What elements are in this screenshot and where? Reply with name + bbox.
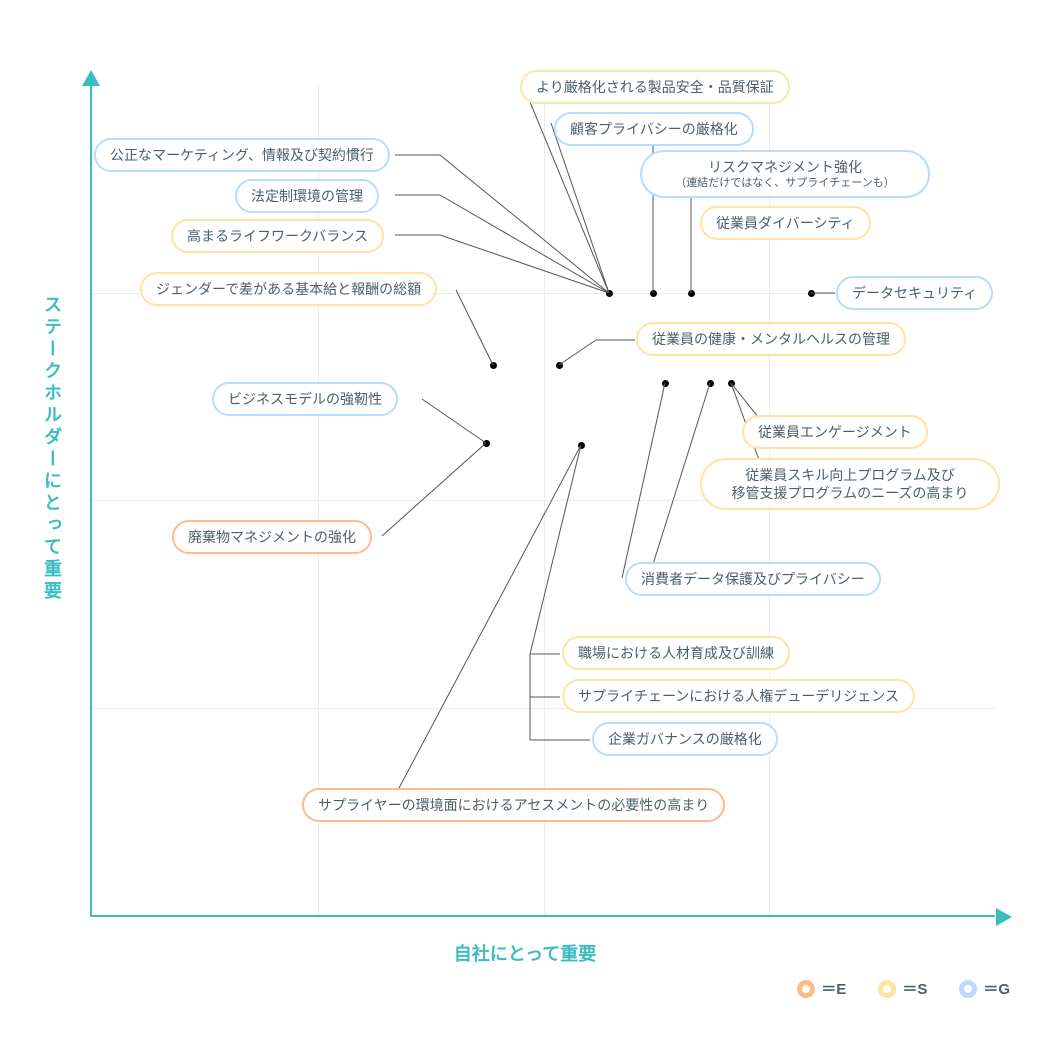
legend-item-s: ＝S — [878, 978, 927, 999]
data-point — [606, 290, 613, 297]
data-point — [556, 362, 563, 369]
pill-regulatory-env: 法定制環境の管理 — [235, 179, 379, 213]
pill-corp-governance: 企業ガバナンスの厳格化 — [592, 722, 778, 756]
pill-hr-due-diligence: サプライチェーンにおける人権デューデリジェンス — [562, 679, 915, 713]
pill-gender-pay: ジェンダーで差がある基本給と報酬の総額 — [140, 272, 437, 306]
x-axis-label: 自社にとって重要 — [0, 940, 1050, 966]
legend-ring-g-icon — [959, 980, 977, 998]
pill-product-safety: より厳格化される製品安全・品質保証 — [520, 70, 790, 104]
pill-business-model: ビジネスモデルの強靭性 — [212, 382, 398, 416]
legend-ring-e-icon — [797, 980, 815, 998]
pill-waste-mgmt: 廃棄物マネジメントの強化 — [172, 520, 372, 554]
pill-consumer-data: 消費者データ保護及びプライバシー — [625, 562, 881, 596]
pill-skill-program-l2: 移管支援プログラムのニーズの高まり — [732, 485, 969, 501]
materiality-matrix-card: ステークホルダーにとって重要 自社にとって重要 — [0, 0, 1050, 1058]
data-point — [662, 380, 669, 387]
legend-label-s: ＝S — [902, 978, 927, 999]
data-point — [490, 362, 497, 369]
x-axis-arrow-icon — [996, 908, 1012, 926]
data-point — [728, 380, 735, 387]
pill-workplace-training: 職場における人材育成及び訓練 — [562, 636, 790, 670]
data-point — [483, 440, 490, 447]
pill-engagement: 従業員エンゲージメント — [742, 415, 928, 449]
data-point — [808, 290, 815, 297]
pill-employee-health: 従業員の健康・メンタルヘルスの管理 — [636, 322, 906, 356]
legend-item-e: ＝E — [797, 978, 846, 999]
pill-skill-program: 従業員スキル向上プログラム及び 移管支援プログラムのニーズの高まり — [700, 458, 1000, 510]
y-axis-label: ステークホルダーにとって重要 — [45, 295, 65, 603]
pill-supplier-env-assessment: サプライヤーの環境面におけるアセスメントの必要性の高まり — [302, 788, 725, 822]
pill-diversity: 従業員ダイバーシティ — [700, 206, 871, 240]
data-point — [688, 290, 695, 297]
pill-risk-mgmt-sub: （連結だけではなく、サプライチェーンも） — [660, 176, 910, 190]
y-axis-arrow-icon — [82, 70, 100, 86]
data-point — [650, 290, 657, 297]
pill-wlb: 高まるライフワークバランス — [171, 219, 384, 253]
legend-item-g: ＝G — [959, 978, 1010, 999]
data-point — [707, 380, 714, 387]
pill-customer-privacy: 顧客プライバシーの厳格化 — [554, 112, 754, 146]
legend-ring-s-icon — [878, 980, 896, 998]
pill-fair-marketing: 公正なマーケティング、情報及び契約慣行 — [94, 138, 390, 172]
pill-risk-mgmt-main: リスクマネジメント強化 — [708, 159, 862, 175]
data-point — [578, 442, 585, 449]
pill-risk-mgmt: リスクマネジメント強化 （連結だけではなく、サプライチェーンも） — [640, 150, 930, 198]
legend: ＝E ＝S ＝G — [797, 978, 1010, 999]
legend-label-e: ＝E — [821, 978, 846, 999]
legend-label-g: ＝G — [983, 978, 1010, 999]
pill-skill-program-l1: 従業員スキル向上プログラム及び — [745, 467, 955, 483]
pill-data-security: データセキュリティ — [836, 276, 993, 310]
